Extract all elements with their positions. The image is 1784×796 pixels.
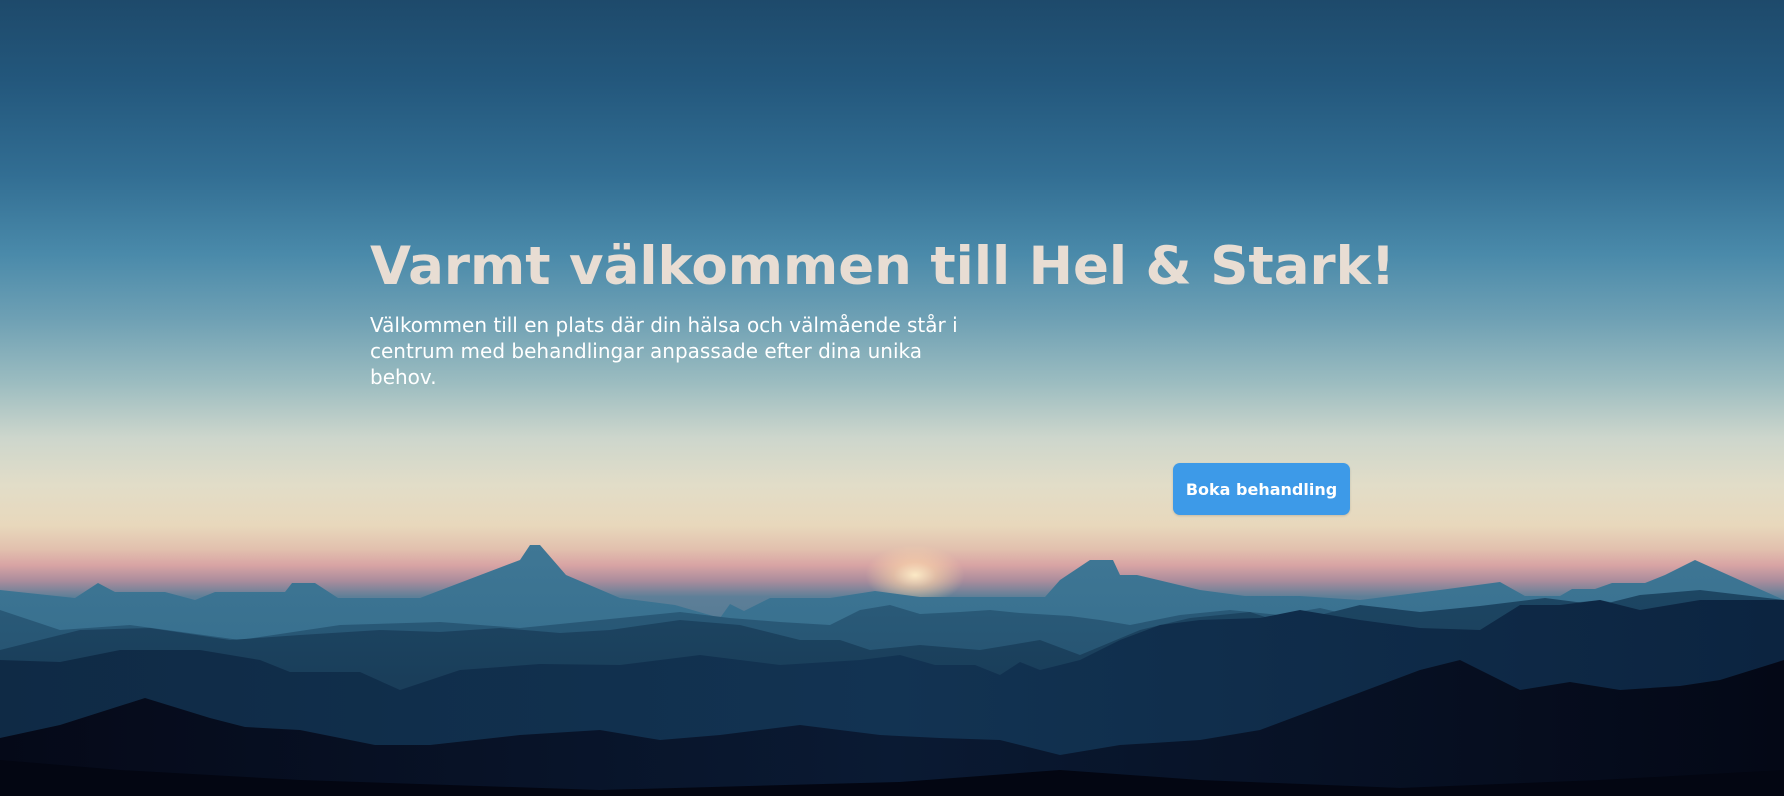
hero-subtitle: Välkommen till en plats där din hälsa oc… [370, 313, 958, 390]
book-treatment-button[interactable]: Boka behandling [1173, 463, 1350, 515]
hero-title: Varmt välkommen till Hel & Stark! [370, 236, 1396, 297]
hero-content: Varmt välkommen till Hel & Stark! Välkom… [370, 236, 1396, 390]
hero-section: Varmt välkommen till Hel & Stark! Välkom… [0, 0, 1784, 796]
mountain-background-illustration [0, 545, 1784, 796]
